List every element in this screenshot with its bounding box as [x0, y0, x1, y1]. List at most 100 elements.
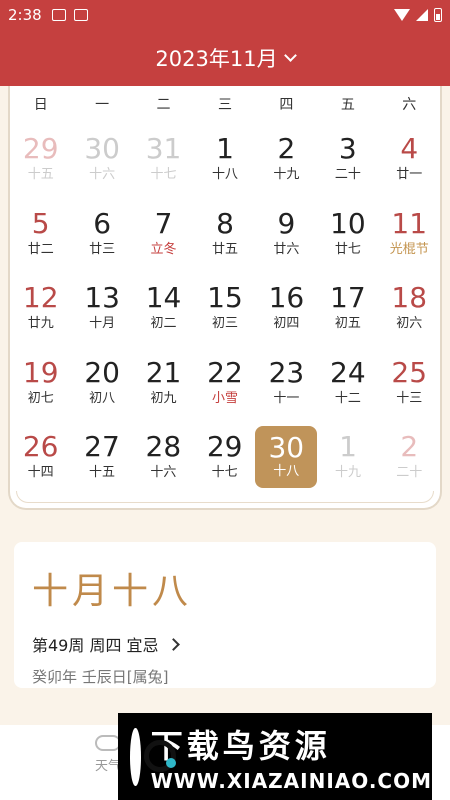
lunar-label: 廿九 — [27, 316, 54, 331]
holiday-label: 光棍节 — [389, 241, 429, 257]
day-number: 21 — [145, 355, 182, 389]
day-cell[interactable]: 4 廿一 — [379, 126, 440, 201]
solar-term-label: 小雪 — [211, 390, 238, 406]
day-cell[interactable]: 28 十六 — [133, 424, 194, 499]
weekday-label: 三 — [217, 97, 232, 113]
day-cell[interactable]: 29 十五 — [10, 126, 71, 201]
week-info-text: 第49周 周四 宜忌 — [32, 636, 159, 655]
day-number: 23 — [268, 355, 305, 389]
day-number: 9 — [277, 206, 296, 240]
bird-logo-icon — [130, 727, 175, 786]
day-cell[interactable]: 25 十三 — [379, 350, 440, 425]
lunar-label: 十六 — [89, 167, 116, 182]
day-cell[interactable]: 26 十四 — [10, 424, 71, 499]
lunar-label: 十二 — [334, 390, 361, 406]
lunar-label: 廿三 — [89, 241, 116, 257]
lunar-label: 初二 — [150, 316, 177, 331]
day-cell[interactable]: 30 十六 — [71, 126, 132, 201]
day-cell[interactable]: 2 十九 — [256, 126, 317, 201]
day-cell[interactable]: 5 廿二 — [10, 201, 71, 276]
day-cell[interactable]: 20 初八 — [71, 350, 132, 425]
lunar-label: 十一 — [273, 390, 300, 406]
lunar-label: 十五 — [88, 465, 115, 480]
battery-icon — [434, 8, 442, 22]
day-cell[interactable]: 1 十八 — [194, 126, 255, 201]
wifi-icon — [394, 9, 410, 21]
day-number: 5 — [31, 206, 50, 240]
day-number: 15 — [207, 281, 243, 314]
day-info-card[interactable]: 十月十八 第49周 周四 宜忌 癸卯年 壬辰日[属兔] — [14, 542, 436, 688]
lunar-label: 十七 — [211, 465, 238, 480]
lunar-label: 廿一 — [396, 167, 423, 182]
chevron-down-icon — [283, 48, 297, 62]
day-cell[interactable]: 22 小雪 — [194, 350, 255, 425]
lunar-label: 十三 — [396, 390, 423, 406]
day-number: 19 — [22, 355, 59, 389]
day-cell[interactable]: 17 初五 — [317, 275, 378, 350]
day-number: 2 — [400, 430, 419, 463]
day-number: 12 — [22, 281, 59, 314]
day-number: 10 — [330, 206, 366, 240]
day-cell[interactable]: 12 廿九 — [10, 275, 71, 350]
day-cell[interactable]: 24 十二 — [317, 350, 378, 425]
day-cell[interactable]: 16 初四 — [256, 275, 317, 350]
day-number: 4 — [400, 132, 419, 165]
lunar-label: 廿七 — [334, 241, 361, 257]
lunar-label: 十五 — [27, 167, 54, 182]
lunar-label: 二十 — [396, 465, 423, 480]
day-number: 17 — [330, 281, 366, 314]
day-cell[interactable]: 27 十五 — [71, 424, 132, 499]
image-notification-icon — [51, 9, 66, 21]
day-cell[interactable]: 11 光棍节 — [379, 201, 440, 276]
weekday-header: 日 一 二 三 四 五 六 — [10, 86, 440, 124]
watermark-line2: WWW.XIAZAINIAO.COM — [150, 768, 432, 793]
day-number: 28 — [145, 430, 182, 463]
day-cell[interactable]: 18 初六 — [379, 275, 440, 350]
day-cell-selected[interactable]: 30 十八 — [255, 424, 318, 499]
day-cell[interactable]: 3 二十 — [317, 126, 378, 201]
lunar-label: 廿五 — [211, 241, 238, 257]
day-cell[interactable]: 6 廿三 — [71, 201, 132, 276]
day-cell[interactable]: 14 初二 — [133, 275, 194, 350]
day-cell[interactable]: 15 初三 — [194, 275, 255, 350]
day-number: 7 — [154, 206, 173, 240]
calendar-decor-line — [16, 491, 434, 503]
day-number: 8 — [216, 206, 234, 240]
lunar-label: 初四 — [273, 316, 300, 331]
calendar-week: 12 廿九 13 十月 14 初二 15 初三 16 初四 17 初五 18 初六 — [10, 275, 440, 350]
day-number: 16 — [268, 281, 305, 314]
day-number: 29 — [22, 132, 59, 165]
day-number: 2 — [277, 132, 296, 165]
day-cell[interactable]: 1 十九 — [317, 424, 378, 499]
day-cell[interactable]: 19 初七 — [10, 350, 71, 425]
day-cell[interactable]: 29 十七 — [194, 424, 255, 499]
day-number: 24 — [330, 355, 366, 389]
lunar-label: 初六 — [396, 316, 423, 331]
calendar-week: 29 十五 30 十六 31 十七 1 十八 2 十九 3 二十 4 廿一 — [10, 126, 440, 201]
lunar-label: 十月 — [89, 316, 116, 331]
lunar-label: 十八 — [273, 464, 300, 479]
day-cell[interactable]: 10 廿七 — [317, 201, 378, 276]
month-selector[interactable]: 2023年11月 — [0, 30, 450, 86]
day-cell[interactable]: 23 十一 — [256, 350, 317, 425]
day-cell[interactable]: 9 廿六 — [256, 201, 317, 276]
month-title: 2023年11月 — [155, 47, 278, 71]
lunar-label: 十七 — [150, 167, 177, 182]
weekday-label: 五 — [340, 97, 355, 113]
day-cell[interactable]: 8 廿五 — [194, 201, 255, 276]
chevron-right-icon — [166, 637, 180, 651]
day-cell[interactable]: 2 二十 — [379, 424, 440, 499]
day-number: 18 — [391, 281, 428, 314]
day-cell[interactable]: 21 初九 — [133, 350, 194, 425]
lunar-label: 初七 — [27, 390, 54, 406]
week-info-link[interactable]: 第49周 周四 宜忌 — [32, 632, 418, 656]
calendar-card: 日 一 二 三 四 五 六 29 十五 30 十六 31 十七 1 十八 2 十九 3 二十… — [8, 86, 442, 510]
day-number: 26 — [22, 430, 59, 463]
lunar-label: 十四 — [27, 465, 54, 480]
day-cell[interactable]: 31 十七 — [133, 126, 194, 201]
day-cell[interactable]: 13 十月 — [71, 275, 132, 350]
day-number: 20 — [84, 355, 120, 389]
day-number: 1 — [216, 132, 234, 165]
watermark-text: 下载鸟资源 WWW.XIAZAINIAO.COM — [151, 721, 432, 793]
day-cell[interactable]: 7 立冬 — [133, 201, 194, 276]
